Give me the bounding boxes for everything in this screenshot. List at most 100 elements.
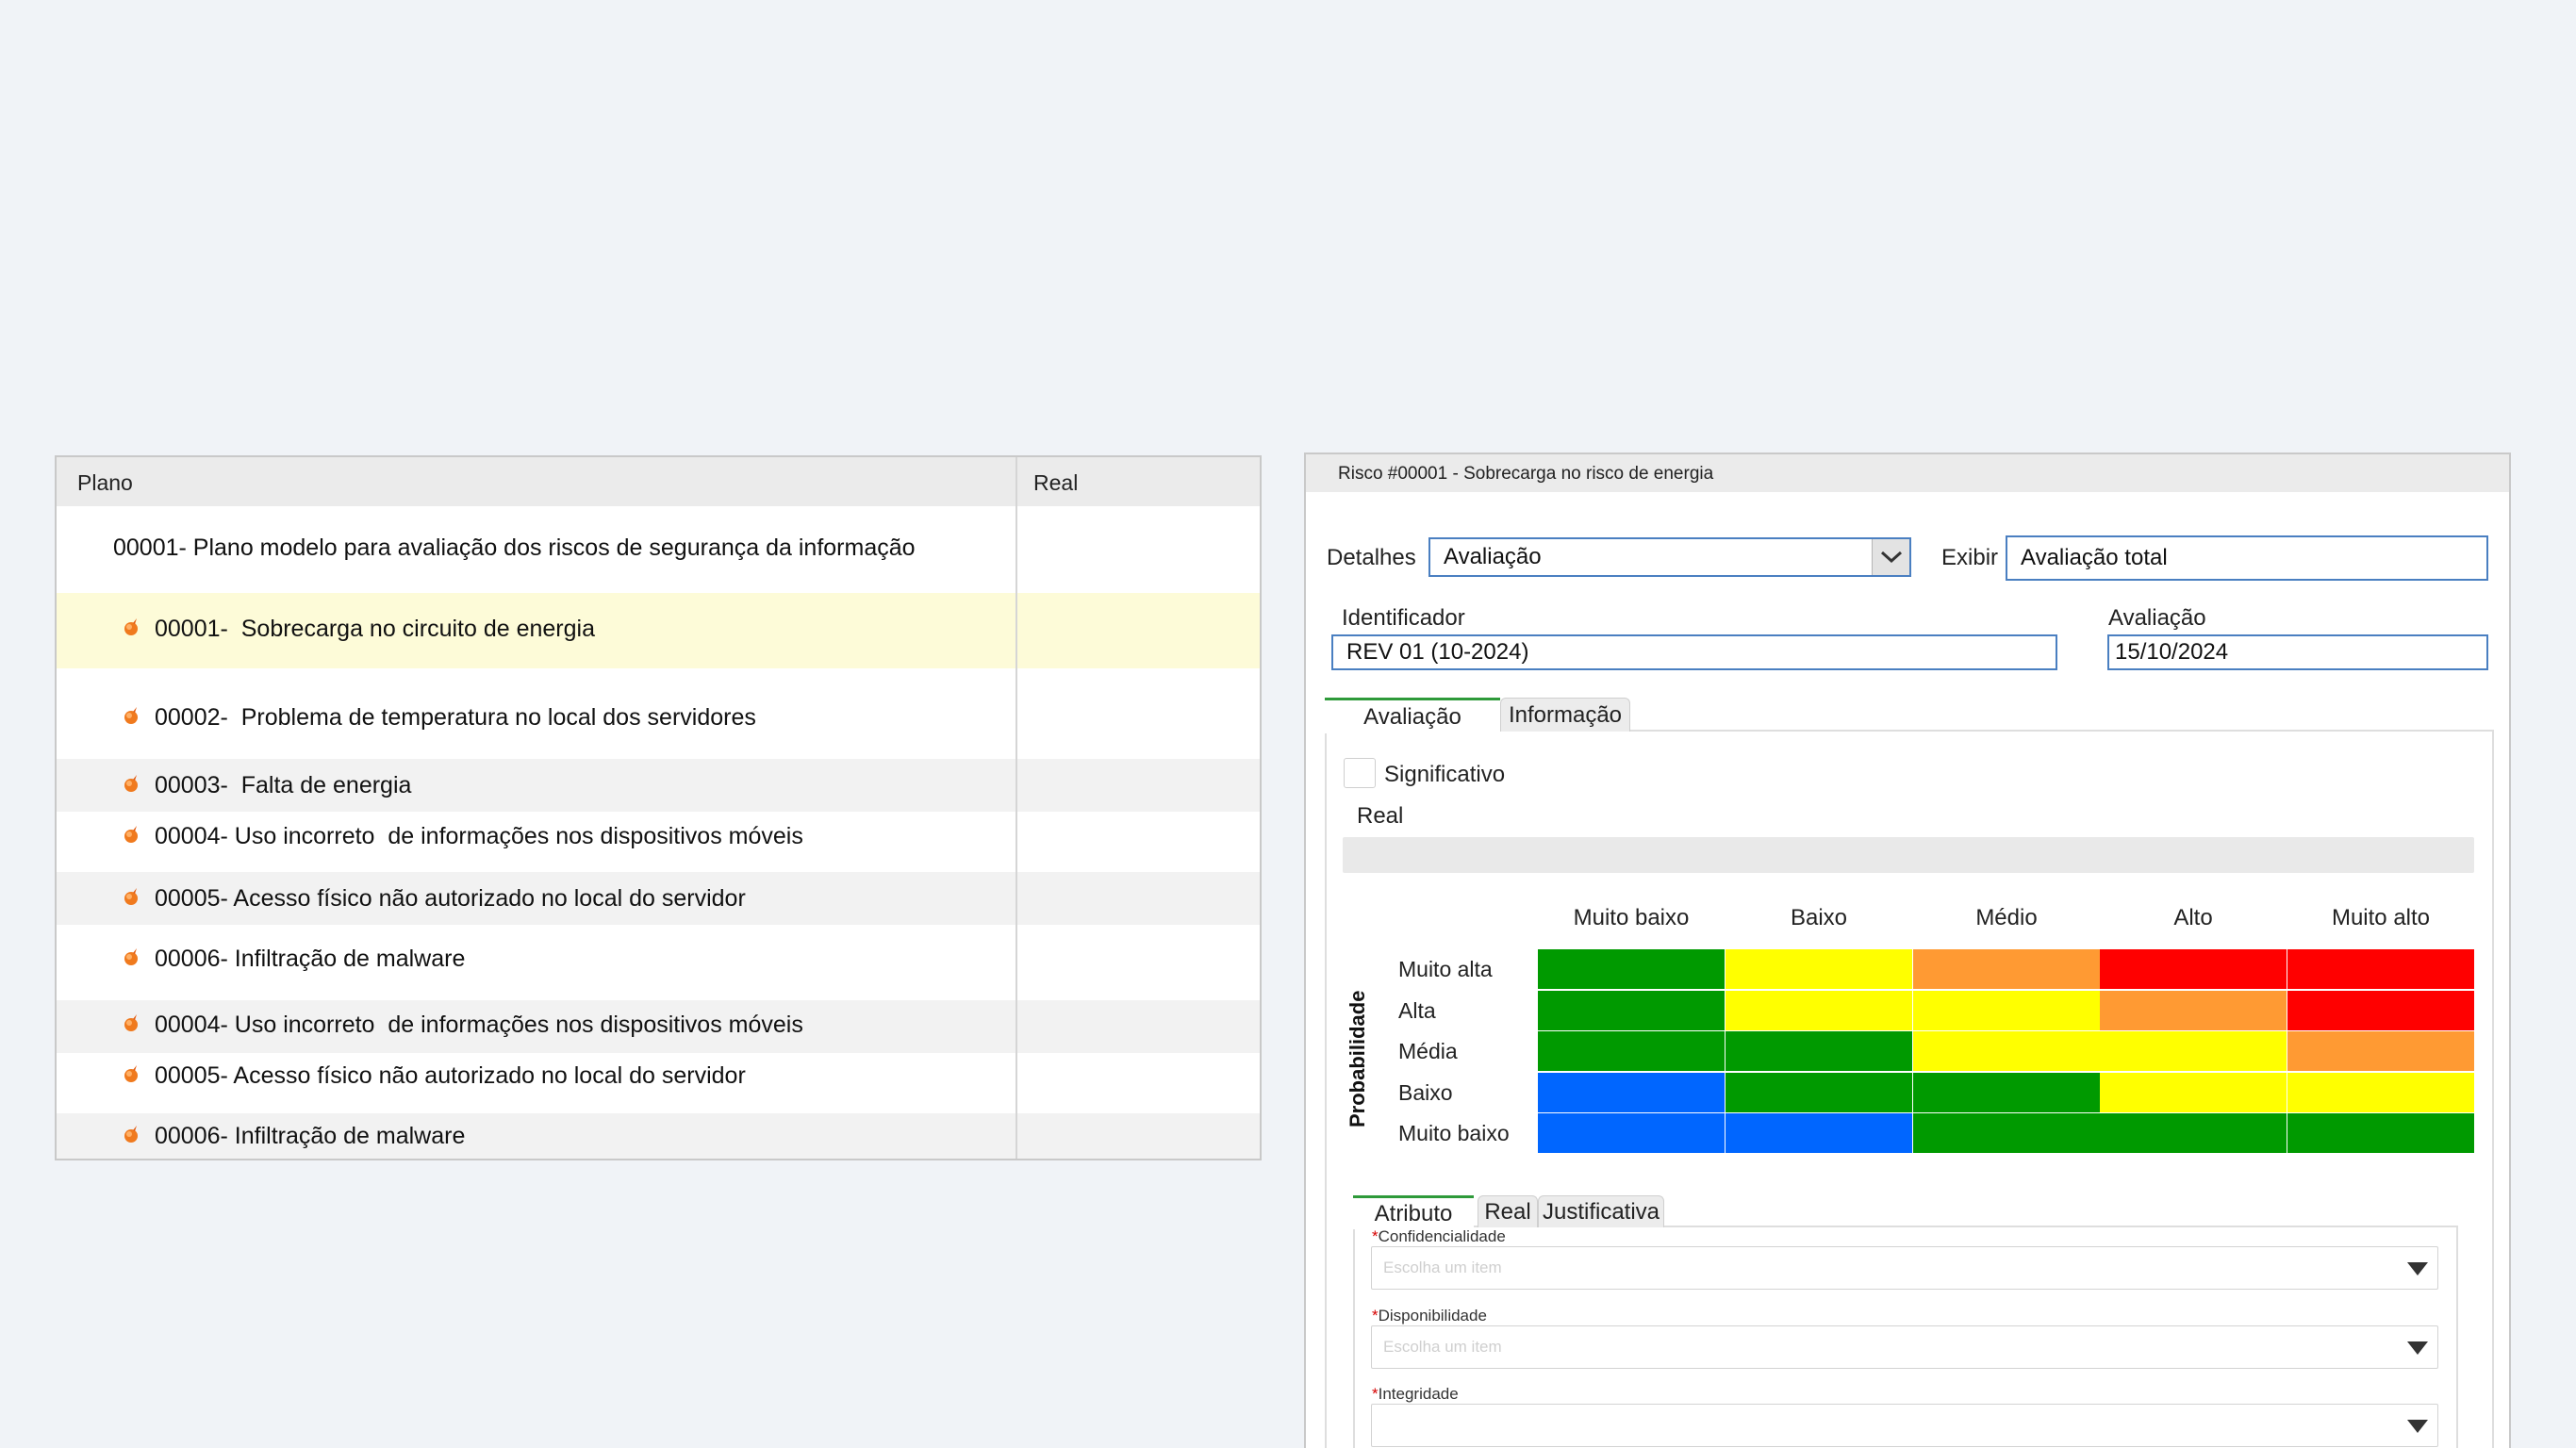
tab-avaliacao[interactable]: Avaliação [1325, 698, 1500, 733]
matrix-cell[interactable] [1913, 1073, 2100, 1112]
matrix-cell[interactable] [1913, 991, 2100, 1030]
risk-flame-icon [124, 826, 138, 843]
risk-flame-icon [124, 1126, 138, 1143]
tab-avaliacao-label: Avaliação [1363, 703, 1461, 730]
risk-title-bar: Risco #00001 - Sobrecarga no risco de en… [1306, 454, 2509, 492]
detalhes-select[interactable]: Avaliação [1428, 537, 1911, 577]
risk-flame-icon [124, 1014, 138, 1031]
plan-table: Plano Real 00001- Plano modelo para aval… [55, 455, 1262, 1160]
risk-row[interactable]: 00005- Acesso físico não autorizado no l… [57, 872, 1260, 925]
required-asterisk: * [1372, 1227, 1379, 1245]
risk-row[interactable]: 00006- Infiltração de malware [57, 1113, 1260, 1159]
tab-real[interactable]: Real [1478, 1195, 1538, 1227]
attribute-select[interactable] [1371, 1404, 2438, 1447]
risk-name: 00006- Infiltração de malware [155, 1123, 466, 1149]
matrix-cell[interactable] [2287, 949, 2474, 989]
real-value-bar [1343, 837, 2474, 873]
risk-row[interactable]: 00006- Infiltração de malware [57, 925, 1260, 1000]
impact-column-label: Alto [2173, 905, 2213, 930]
matrix-cell[interactable] [2287, 1113, 2474, 1153]
plan-row[interactable]: 00001- Plano modelo para avaliação dos r… [57, 510, 1260, 578]
matrix-cell[interactable] [1726, 991, 1912, 1030]
matrix-cell[interactable] [1538, 1073, 1725, 1112]
tab-informacao[interactable]: Informação [1500, 698, 1630, 732]
risk-name: 00004- Uso incorreto de informações nos … [155, 823, 803, 849]
matrix-cell[interactable] [2100, 1113, 2287, 1153]
required-asterisk: * [1372, 1307, 1379, 1325]
required-asterisk: * [1372, 1385, 1379, 1403]
impact-column-label: Muito baixo [1573, 905, 1690, 930]
caret-down-icon[interactable] [2407, 1341, 2428, 1355]
caret-down-icon[interactable] [2407, 1262, 2428, 1275]
exibir-label: Exibir [1941, 545, 1999, 570]
real-label: Real [1357, 803, 1404, 829]
caret-down-icon[interactable] [2407, 1420, 2428, 1433]
plan-table-header: Plano Real [57, 457, 1260, 506]
attribute-select[interactable]: Escolha um item [1371, 1325, 2438, 1369]
probabilidade-axis-label: Probabilidade [1346, 990, 1369, 1127]
matrix-cell[interactable] [2100, 1073, 2287, 1112]
risk-name: 00003- Falta de energia [155, 772, 412, 798]
risk-row[interactable]: 00003- Falta de energia [57, 759, 1260, 812]
matrix-cell[interactable] [1913, 949, 2100, 989]
identificador-label: Identificador [1342, 605, 1465, 631]
exibir-field[interactable]: Avaliação total [2006, 535, 2488, 581]
tab-justificativa[interactable]: Justificativa [1538, 1195, 1664, 1227]
detalhes-select-value: Avaliação [1444, 544, 1542, 569]
risk-name: 00005- Acesso físico não autorizado no l… [155, 885, 746, 912]
tab-atributo[interactable]: Atributo [1353, 1195, 1474, 1229]
risk-row[interactable]: 00001- Sobrecarga no circuito de energia [57, 593, 1260, 668]
probability-row-label: Baixo [1398, 1080, 1453, 1105]
impact-column-label: Baixo [1790, 905, 1848, 930]
matrix-cell[interactable] [1538, 991, 1725, 1030]
tab-atributo-label: Atributo [1374, 1200, 1453, 1226]
matrix-cell[interactable] [1726, 1031, 1912, 1071]
required-field-label: *Disponibilidade [1372, 1307, 1487, 1325]
risk-flame-icon [124, 618, 138, 635]
risk-row[interactable]: 00004- Uso incorreto de informações nos … [57, 1000, 1260, 1053]
select-placeholder: Escolha um item [1383, 1338, 1502, 1356]
field-label-text: Integridade [1378, 1385, 1459, 1403]
matrix-cell[interactable] [1538, 1031, 1725, 1071]
probability-row-label: Média [1398, 1039, 1458, 1063]
chevron-down-icon[interactable] [1872, 539, 1909, 575]
attribute-select[interactable]: Escolha um item [1371, 1246, 2438, 1290]
risk-flame-icon [124, 1065, 138, 1082]
matrix-cell[interactable] [2287, 1073, 2474, 1112]
matrix-cell[interactable] [1538, 949, 1725, 989]
required-field-label: *Confidencialidade [1372, 1227, 1506, 1246]
risk-row[interactable]: 00002- Problema de temperatura no local … [57, 668, 1260, 744]
significativo-checkbox[interactable] [1344, 758, 1376, 788]
matrix-cell[interactable] [1913, 1113, 2100, 1153]
plan-name: 00001- Plano modelo para avaliação dos r… [113, 535, 916, 561]
probability-row-label: Muito alta [1398, 957, 1493, 981]
risk-name: 00006- Infiltração de malware [155, 946, 466, 972]
matrix-cell[interactable] [2287, 991, 2474, 1030]
select-placeholder: Escolha um item [1383, 1259, 1502, 1276]
risk-name: 00005- Acesso físico não autorizado no l… [155, 1062, 746, 1089]
risk-name: 00004- Uso incorreto de informações nos … [155, 1012, 803, 1038]
tab-real-label: Real [1484, 1198, 1531, 1225]
matrix-cell[interactable] [1538, 1113, 1725, 1153]
avaliacao-date-label: Avaliação [2108, 605, 2206, 631]
matrix-cell[interactable] [2100, 991, 2287, 1030]
identificador-field[interactable]: REV 01 (10-2024) [1331, 634, 2057, 670]
column-header-plano[interactable]: Plano [77, 470, 133, 496]
matrix-cell[interactable] [2100, 949, 2287, 989]
risk-row[interactable]: 00005- Acesso físico não autorizado no l… [57, 1053, 1260, 1113]
risk-row[interactable]: 00004- Uso incorreto de informações nos … [57, 812, 1260, 872]
field-label-text: Disponibilidade [1378, 1307, 1487, 1325]
matrix-cell[interactable] [1726, 949, 1912, 989]
avaliacao-date-field[interactable]: 15/10/2024 [2107, 634, 2488, 670]
probability-row-label: Muito baixo [1398, 1121, 1510, 1145]
matrix-cell[interactable] [1913, 1031, 2100, 1071]
risk-title: Risco #00001 - Sobrecarga no risco de en… [1338, 464, 1714, 484]
column-divider [1016, 457, 1017, 1159]
matrix-cell[interactable] [2100, 1031, 2287, 1071]
matrix-cell[interactable] [1726, 1073, 1912, 1112]
column-header-real[interactable]: Real [1033, 470, 1078, 496]
impact-column-label: Muito alto [2331, 905, 2431, 930]
matrix-cell[interactable] [2287, 1031, 2474, 1071]
probability-row-label: Alta [1398, 998, 1436, 1023]
matrix-cell[interactable] [1726, 1113, 1912, 1153]
